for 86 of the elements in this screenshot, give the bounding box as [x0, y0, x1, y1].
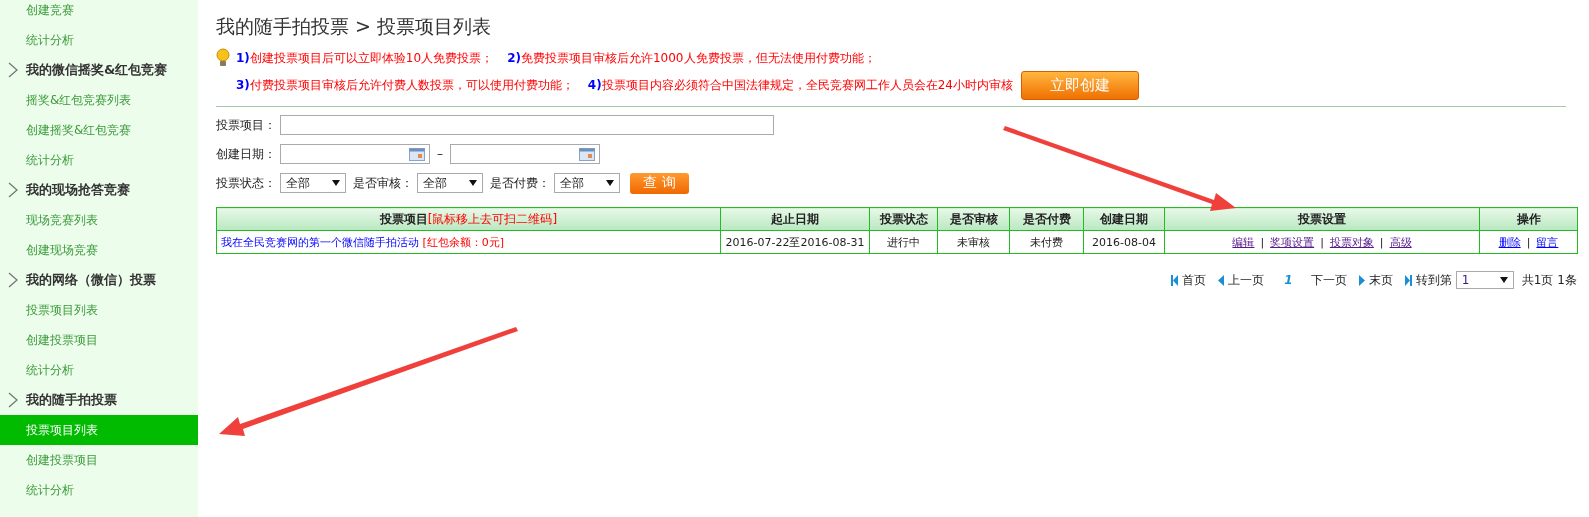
first-page-link[interactable]: 首页 [1182, 271, 1207, 289]
dropdown-arrow-icon [332, 180, 340, 186]
page-title: 我的随手拍投票 > 投票项目列表 [216, 14, 492, 39]
column-header: 投票项目[鼠标移上去可扫二维码] [216, 207, 721, 231]
calendar-icon [409, 147, 425, 161]
sidebar-item[interactable]: 现场竞赛列表 [0, 205, 198, 235]
column-header: 创建日期 [1083, 207, 1165, 231]
tip-text: 4)投票项目内容必须符合中国法律规定，全民竞赛网工作人员会在24小时内审核 [587, 77, 1013, 94]
previous-page-link[interactable]: 上一页 [1228, 271, 1265, 289]
sidebar-item[interactable]: 统计分析 [0, 25, 198, 55]
column-header: 是否审核 [937, 207, 1010, 231]
project-link[interactable]: 我在全民竞赛网的第一个微信随手拍活动 [221, 235, 419, 249]
table-cell: 未付费 [1009, 230, 1084, 254]
total-pages: 共1页 [1521, 271, 1554, 289]
link-separator: | [1320, 235, 1324, 249]
sidebar-item[interactable]: 投票项目列表 [0, 295, 198, 325]
sidebar-item[interactable]: 创建摇奖&红包竞赛 [0, 115, 198, 145]
balance-note: [红包余额：0元] [422, 235, 505, 249]
sidebar-heading-label: 我的微信摇奖&红包竞赛 [26, 61, 168, 79]
dropdown-arrow-icon [606, 180, 614, 186]
sidebar-item[interactable]: 创建投票项目 [0, 445, 198, 475]
sidebar-item[interactable]: 统计分析 [0, 145, 198, 175]
field-label: 是否审核： [353, 174, 413, 192]
sidebar-item[interactable]: 摇奖&红包竞赛列表 [0, 85, 198, 115]
field-label: 是否付费： [490, 174, 550, 192]
sidebar-heading[interactable]: 我的随手拍投票 [0, 385, 198, 415]
calendar-icon [579, 147, 595, 161]
project-input-field[interactable] [280, 115, 774, 135]
action-link[interactable]: 留言 [1536, 235, 1559, 249]
link-separator: | [1260, 235, 1265, 249]
sidebar-heading-label: 我的随手拍投票 [26, 391, 117, 409]
chevron-icon [8, 182, 18, 198]
sidebar-heading-label: 我的网络（微信）投票 [26, 271, 156, 289]
sidebar-heading-label: 我的现场抢答竞赛 [26, 181, 130, 199]
chevron-icon [8, 62, 18, 78]
sidebar-item[interactable]: 统计分析 [0, 475, 198, 505]
goto-label: 转到第 [1415, 271, 1452, 289]
settings-link[interactable]: 投票对象 [1329, 235, 1374, 249]
action-link[interactable]: 删除 [1498, 235, 1521, 249]
sidebar-heading[interactable]: 我的微信摇奖&红包竞赛 [0, 55, 198, 85]
tip-text: 1)创建投票项目后可以立即体验10人免费投票； [236, 50, 494, 67]
total-items: 1条 [1557, 271, 1577, 289]
chevron-icon [8, 392, 18, 408]
next-icon [1358, 274, 1365, 286]
column-header: 起止日期 [720, 207, 870, 231]
first-page-icon [1171, 274, 1179, 286]
sidebar-heading[interactable]: 我的现场抢答竞赛 [0, 175, 198, 205]
dropdown[interactable]: 全部 [554, 173, 620, 193]
settings-link[interactable]: 编辑 [1232, 235, 1255, 249]
date-input-field[interactable] [280, 144, 430, 164]
chevron-icon [8, 272, 18, 288]
current-page: 1 [1284, 273, 1293, 287]
link-separator: | [1526, 235, 1531, 249]
dropdown-arrow-icon [1499, 277, 1508, 283]
last-page-link[interactable]: 末页 [1368, 271, 1393, 289]
table-cell: 2016-07-22至2016-08-31 [720, 230, 870, 254]
column-header: 投票状态 [869, 207, 938, 231]
dropdown[interactable]: 全部 [280, 173, 346, 193]
sidebar-item[interactable]: 创建现场竞赛 [0, 235, 198, 265]
link-separator: | [1379, 235, 1384, 249]
previous-icon [1218, 274, 1225, 286]
table-cell: 2016-08-04 [1083, 230, 1165, 254]
field-label: 投票项目： [216, 116, 276, 134]
page-dropdown[interactable]: 1 [1455, 271, 1514, 289]
dropdown[interactable]: 全部 [417, 173, 483, 193]
sidebar-item[interactable]: 创建投票项目 [0, 325, 198, 355]
last-page-icon [1404, 274, 1412, 286]
tip-text: 3)付费投票项目审核后允许付费人数投票，可以使用付费功能； [236, 77, 574, 94]
column-header: 是否付费 [1009, 207, 1084, 231]
lightbulb-icon [216, 48, 230, 68]
settings-link[interactable]: 奖项设置 [1270, 235, 1315, 249]
column-header: 操作 [1479, 207, 1578, 231]
sidebar-heading[interactable]: 我的网络（微信）投票 [0, 265, 198, 295]
date-input-field[interactable] [450, 144, 600, 164]
settings-link[interactable]: 高级 [1389, 235, 1412, 249]
table-cell: 进行中 [869, 230, 938, 254]
tip-text: 2)免费投票项目审核后允许1000人免费投票，但无法使用付费功能； [507, 50, 876, 67]
column-header: 投票设置 [1164, 207, 1480, 231]
date-separator: – [437, 147, 443, 161]
table-cell: 未审核 [937, 230, 1010, 254]
sidebar-item[interactable]: 创建竞赛 [0, 0, 198, 25]
field-label: 投票状态： [216, 174, 276, 192]
field-label: 创建日期： [216, 145, 276, 163]
next-page-link[interactable]: 下一页 [1310, 271, 1347, 289]
sidebar-item[interactable]: 统计分析 [0, 355, 198, 385]
dropdown-arrow-icon [469, 180, 477, 186]
